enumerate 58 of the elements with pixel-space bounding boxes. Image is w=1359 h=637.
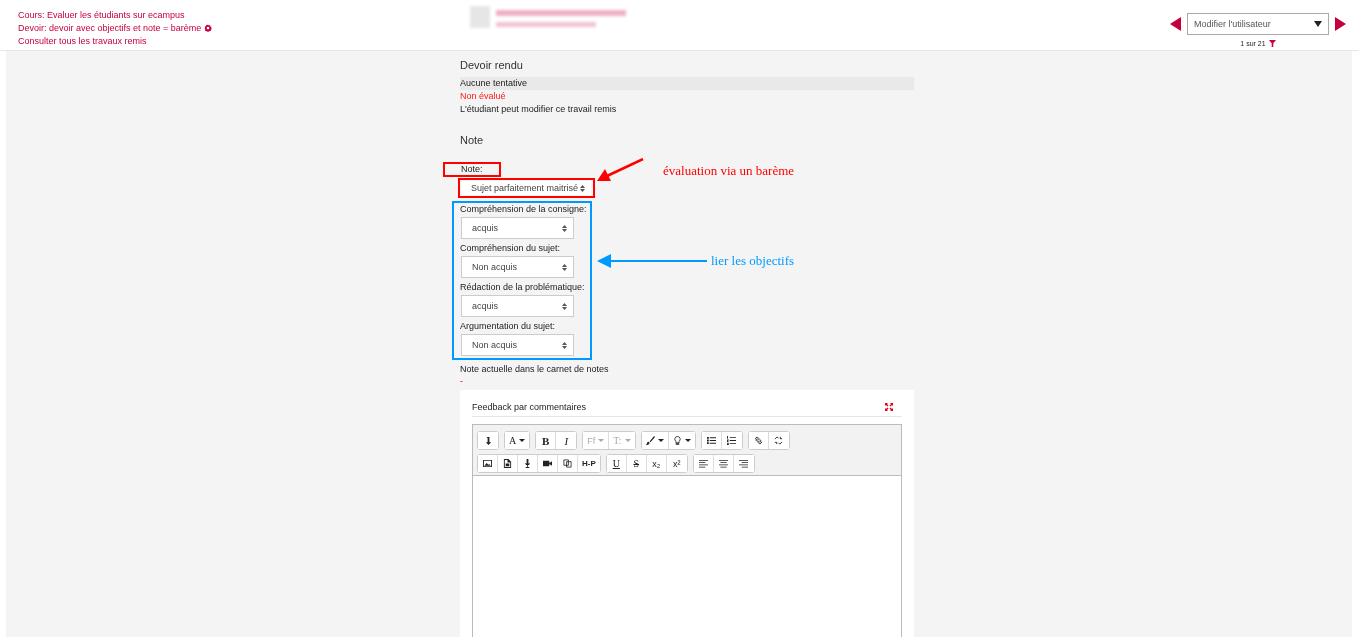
file-icon <box>503 459 512 468</box>
objective-label: Compréhension du sujet: <box>460 243 562 254</box>
grade-label: Note: <box>461 165 484 174</box>
objective-select[interactable]: Non acquis <box>461 334 574 356</box>
previous-arrow-icon[interactable] <box>1170 17 1181 31</box>
image-icon <box>483 459 492 468</box>
dropdown-caret-icon <box>1314 21 1322 27</box>
objective-label: Argumentation du sujet: <box>460 321 557 332</box>
submission-status-text: Non évalué <box>460 90 507 103</box>
unlink-icon <box>774 436 784 445</box>
toolbar-button[interactable] <box>478 432 498 449</box>
current-grade-label: Note actuelle dans le carnet de notes <box>460 363 610 375</box>
settings-icon[interactable] <box>204 23 213 32</box>
objective-select[interactable]: acquis <box>461 295 574 317</box>
annotation-text: lier les objectifs <box>711 253 795 269</box>
video-camera-icon <box>543 459 552 468</box>
submission-status-text: Aucune tentative <box>460 77 914 90</box>
objective-label: Compréhension de la consigne: <box>460 204 588 215</box>
select-arrows-icon <box>580 184 585 192</box>
toolbar-button[interactable] <box>701 432 722 449</box>
align-right-icon <box>739 459 749 468</box>
annotation-text: évaluation via un barème <box>663 163 795 179</box>
objective-select[interactable]: Non acquis <box>461 256 574 278</box>
feedback-title: Feedback par commentaires <box>472 402 587 412</box>
select-arrows-icon <box>562 263 567 271</box>
avatar-placeholder <box>470 6 490 28</box>
breadcrumb-link[interactable]: Devoir: devoir avec objectifs et note = barème <box>18 22 202 33</box>
filter-icon[interactable] <box>1268 40 1276 47</box>
select-arrows-icon <box>562 302 567 310</box>
section-heading: Devoir rendu <box>460 59 524 71</box>
copy-icon <box>563 459 572 468</box>
expand-icon[interactable] <box>885 403 893 411</box>
section-heading: Note <box>460 134 485 146</box>
objective-label: Rédaction de la problématique: <box>460 282 586 293</box>
bullet-list-icon <box>706 436 716 445</box>
toolbar-button[interactable] <box>693 455 714 472</box>
breadcrumb-link[interactable]: Consulter tous les travaux remis <box>18 35 147 46</box>
select-arrows-icon <box>562 224 567 232</box>
align-center-icon <box>718 459 728 468</box>
objective-select[interactable]: acquis <box>461 217 574 239</box>
breadcrumb-link[interactable]: Cours: Evaluer les étudiants sur ecampus <box>18 9 185 20</box>
toolbar-button[interactable] <box>478 455 498 472</box>
align-left-icon <box>698 459 708 468</box>
toolbar-button[interactable] <box>641 432 669 449</box>
lightbulb-icon <box>672 436 682 445</box>
numbered-list-icon <box>727 436 737 445</box>
next-arrow-icon[interactable] <box>1335 17 1346 31</box>
grade-select[interactable]: Sujet parfaitement maitrisé <box>461 181 591 195</box>
toolbar-button[interactable]: A <box>505 432 530 449</box>
brush-icon <box>645 436 655 445</box>
link-icon <box>753 436 763 445</box>
current-grade-value: - <box>460 375 464 387</box>
user-select[interactable]: Modifier l'utilisateur <box>1187 13 1329 35</box>
toolbar-button[interactable]: B <box>536 432 557 449</box>
annotation-arrow <box>597 158 645 184</box>
toolbar-button[interactable]: U <box>606 455 627 472</box>
submission-status-text: L'étudiant peut modifier ce travail remis <box>460 103 618 116</box>
select-arrows-icon <box>562 341 567 349</box>
